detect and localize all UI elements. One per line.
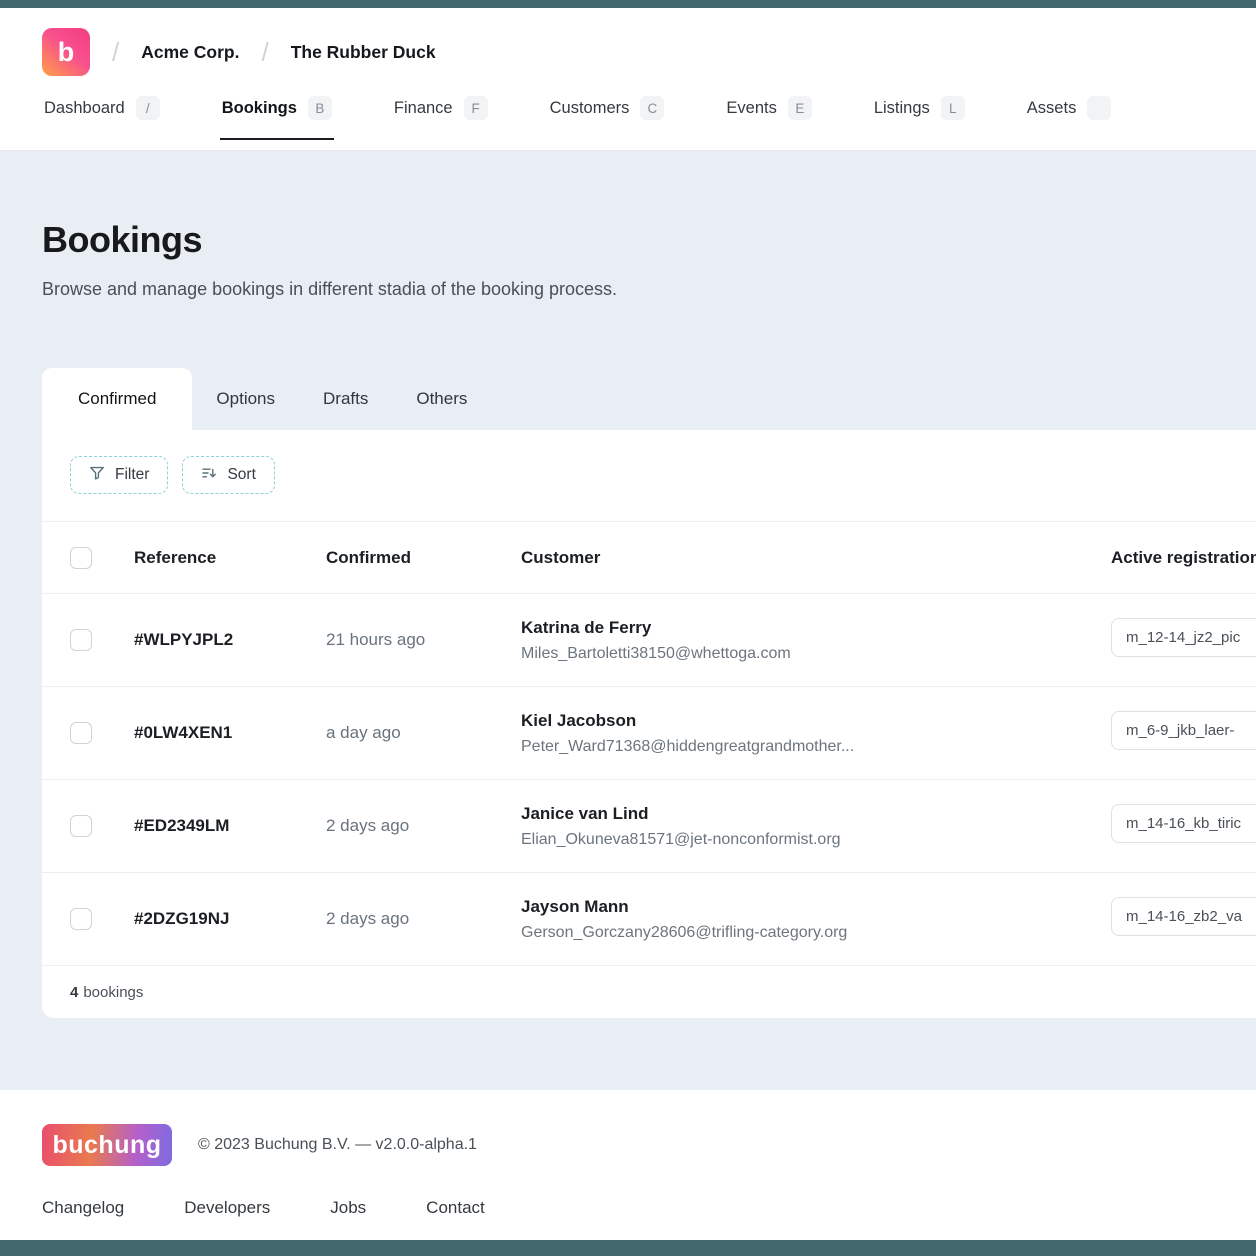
booking-reference: #2DZG19NJ (134, 909, 326, 929)
select-all-checkbox[interactable] (70, 547, 92, 569)
customer-name: Jayson Mann (521, 897, 1111, 917)
table-header-row: Reference Confirmed Customer Active regi… (42, 522, 1256, 594)
sort-button[interactable]: Sort (182, 456, 274, 494)
row-checkbox[interactable] (70, 815, 92, 837)
bookings-count-label: bookings (83, 984, 143, 1001)
nav-label: Finance (394, 99, 453, 118)
shortcut-badge: L (941, 96, 965, 120)
shortcut-badge: B (308, 96, 332, 120)
booking-reference: #ED2349LM (134, 816, 326, 836)
shortcut-badge: E (788, 96, 812, 120)
buchung-logo-text: buchung (52, 1131, 161, 1160)
tab-drafts[interactable]: Drafts (299, 368, 392, 430)
registration-chip[interactable]: m_14-16_zb2_va (1111, 897, 1256, 936)
shortcut-badge: F (464, 96, 488, 120)
copyright-text: © 2023 Buchung B.V. — v2.0.0-alpha.1 (198, 1136, 477, 1154)
booking-status-tabs: Confirmed Options Drafts Others (42, 368, 1256, 430)
table-row[interactable]: #WLPYJPL2 21 hours ago Katrina de Ferry … (42, 594, 1256, 687)
bookings-count: 4 (70, 984, 78, 1001)
tab-confirmed[interactable]: Confirmed (42, 368, 192, 430)
page-title: Bookings (42, 219, 1214, 261)
customer-email: Gerson_Gorczany28606@trifling-category.o… (521, 924, 1111, 942)
nav-tab-finance[interactable]: Finance F (392, 86, 490, 140)
breadcrumb-separator: / (112, 37, 119, 68)
shortcut-badge (1087, 96, 1111, 120)
footer-link-developers[interactable]: Developers (184, 1198, 270, 1218)
top-accent-bar (0, 0, 1256, 8)
booking-confirmed-time: 21 hours ago (326, 630, 521, 650)
table-row[interactable]: #2DZG19NJ 2 days ago Jayson Mann Gerson_… (42, 873, 1256, 966)
column-header-confirmed: Confirmed (326, 548, 521, 568)
footer-link-jobs[interactable]: Jobs (330, 1198, 366, 1218)
nav-tab-bookings[interactable]: Bookings B (220, 86, 334, 140)
customer-email: Miles_Bartoletti38150@whettoga.com (521, 645, 1111, 663)
nav-label: Customers (550, 99, 630, 118)
nav-tab-customers[interactable]: Customers C (548, 86, 667, 140)
customer-email: Peter_Ward71368@hiddengreatgrandmother..… (521, 738, 1111, 756)
buchung-logo: buchung (42, 1124, 172, 1166)
customer-name: Janice van Lind (521, 804, 1111, 824)
content-area: Bookings Browse and manage bookings in d… (0, 151, 1256, 1090)
main-nav: Dashboard / Bookings B Finance F Custome… (42, 86, 1256, 140)
booking-reference: #WLPYJPL2 (134, 630, 326, 650)
nav-label: Assets (1027, 99, 1077, 118)
row-checkbox[interactable] (70, 722, 92, 744)
nav-label: Dashboard (44, 99, 125, 118)
breadcrumb-separator: / (261, 37, 268, 68)
shortcut-badge: / (136, 96, 160, 120)
sort-button-label: Sort (227, 466, 255, 484)
tab-options[interactable]: Options (192, 368, 299, 430)
booking-reference: #0LW4XEN1 (134, 723, 326, 743)
shortcut-badge: C (640, 96, 664, 120)
customer-name: Katrina de Ferry (521, 618, 1111, 638)
customer-email: Elian_Okuneva81571@jet-nonconformist.org (521, 831, 1111, 849)
row-checkbox[interactable] (70, 629, 92, 651)
app-header: b / Acme Corp. / The Rubber Duck Dashboa… (0, 8, 1256, 151)
sort-descending-icon (201, 465, 217, 486)
footer-link-contact[interactable]: Contact (426, 1198, 485, 1218)
breadcrumb-venue[interactable]: The Rubber Duck (291, 42, 436, 63)
nav-tab-events[interactable]: Events E (724, 86, 813, 140)
row-checkbox[interactable] (70, 908, 92, 930)
column-header-reference: Reference (134, 548, 326, 568)
funnel-icon (89, 465, 105, 486)
table-row[interactable]: #0LW4XEN1 a day ago Kiel Jacobson Peter_… (42, 687, 1256, 780)
registration-chip[interactable]: m_14-16_kb_tiric (1111, 804, 1256, 843)
customer-name: Kiel Jacobson (521, 711, 1111, 731)
nav-tab-listings[interactable]: Listings L (872, 86, 967, 140)
bottom-accent-bar (0, 1240, 1256, 1256)
booking-confirmed-time: 2 days ago (326, 816, 521, 836)
app-logo[interactable]: b (42, 28, 90, 76)
booking-confirmed-time: a day ago (326, 723, 521, 743)
nav-label: Events (726, 99, 776, 118)
nav-tab-dashboard[interactable]: Dashboard / (42, 86, 162, 140)
column-header-registrations: Active registrations (1111, 548, 1256, 568)
nav-label: Listings (874, 99, 930, 118)
table-toolbar: Filter Sort (42, 430, 1256, 522)
bookings-panel: Filter Sort Reference Confirmed Customer… (42, 430, 1256, 1018)
table-footer: 4 bookings (42, 966, 1256, 1018)
table-row[interactable]: #ED2349LM 2 days ago Janice van Lind Eli… (42, 780, 1256, 873)
nav-label: Bookings (222, 99, 297, 118)
footer-links: Changelog Developers Jobs Contact (42, 1198, 1214, 1218)
app-logo-letter: b (58, 37, 75, 68)
booking-confirmed-time: 2 days ago (326, 909, 521, 929)
registration-chip[interactable]: m_6-9_jkb_laer- (1111, 711, 1256, 750)
footer-link-changelog[interactable]: Changelog (42, 1198, 124, 1218)
filter-button-label: Filter (115, 466, 149, 484)
filter-button[interactable]: Filter (70, 456, 168, 494)
breadcrumb: b / Acme Corp. / The Rubber Duck (42, 8, 1256, 76)
column-header-customer: Customer (521, 548, 1111, 568)
registration-chip[interactable]: m_12-14_jz2_pic (1111, 618, 1256, 657)
tab-others[interactable]: Others (392, 368, 491, 430)
nav-tab-assets[interactable]: Assets (1025, 86, 1114, 140)
page-subtitle: Browse and manage bookings in different … (42, 279, 1214, 300)
breadcrumb-org[interactable]: Acme Corp. (141, 42, 239, 63)
page-footer: buchung © 2023 Buchung B.V. — v2.0.0-alp… (0, 1090, 1256, 1240)
